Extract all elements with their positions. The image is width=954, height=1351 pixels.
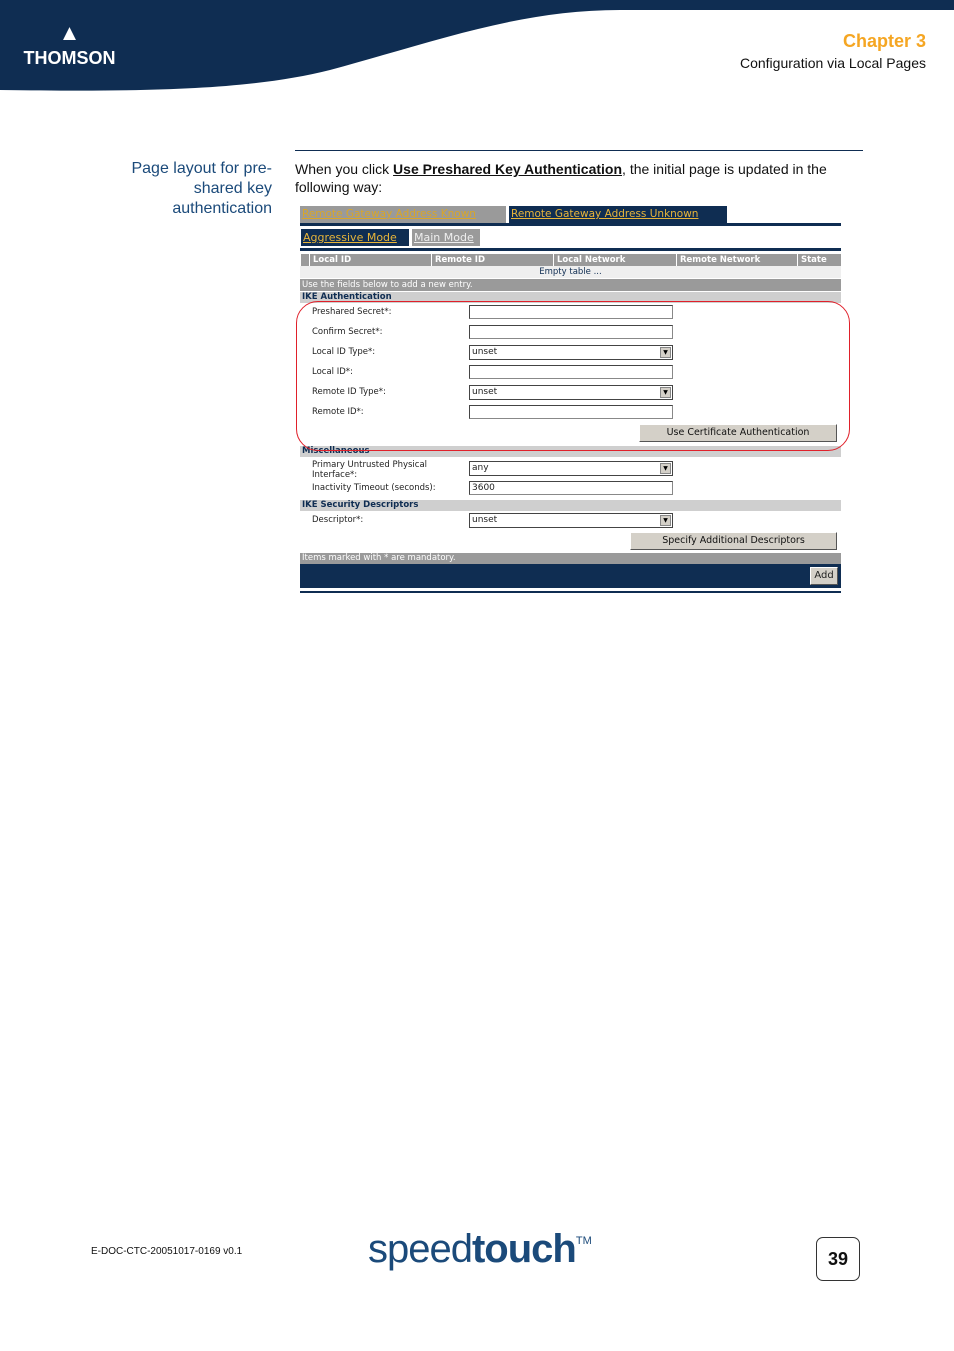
add-button[interactable]: Add bbox=[810, 567, 838, 585]
remote-id-type-label: Remote ID Type*: bbox=[312, 387, 386, 397]
descriptor-label: Descriptor*: bbox=[312, 515, 364, 525]
section-ike-security-descriptors: IKE Security Descriptors bbox=[300, 500, 841, 511]
local-id-row: Local ID*: bbox=[300, 363, 841, 383]
remote-id-type-select[interactable]: unset ▼ bbox=[469, 385, 673, 400]
remote-id-row: Remote ID*: bbox=[300, 403, 841, 423]
interface-value: any bbox=[472, 463, 489, 473]
local-id-type-label: Local ID Type*: bbox=[312, 347, 376, 357]
column-remote-network: Remote Network bbox=[676, 254, 797, 266]
chapter-title: Chapter 3 bbox=[842, 31, 926, 51]
interface-select[interactable]: any ▼ bbox=[469, 461, 673, 476]
speedtouch-logo: speedtouchTM bbox=[368, 1227, 592, 1272]
logo-text: THOMSON bbox=[23, 48, 116, 68]
column-local-network: Local Network bbox=[553, 254, 676, 266]
remote-id-label: Remote ID*: bbox=[312, 407, 364, 417]
thomson-logo: ▲ THOMSON bbox=[22, 22, 117, 69]
local-id-type-select[interactable]: unset ▼ bbox=[469, 345, 673, 360]
local-id-type-row: Local ID Type*: unset ▼ bbox=[300, 343, 841, 363]
chapter-subtitle: Configuration via Local Pages bbox=[739, 55, 926, 71]
empty-table-row: Empty table ... bbox=[300, 266, 841, 278]
chevron-down-icon[interactable]: ▼ bbox=[660, 347, 671, 358]
confirm-secret-field[interactable] bbox=[469, 325, 673, 339]
use-certificate-authentication-button[interactable]: Use Certificate Authentication bbox=[639, 424, 837, 442]
section-ike-authentication: IKE Authentication bbox=[300, 292, 841, 303]
remote-id-field[interactable] bbox=[469, 405, 673, 419]
intro-text: When you click bbox=[295, 161, 394, 177]
chevron-down-icon[interactable]: ▼ bbox=[660, 387, 671, 398]
gateway-tabs: Remote Gateway Address Known Remote Gate… bbox=[300, 205, 841, 226]
section-rule bbox=[295, 150, 863, 151]
form-footer-line bbox=[300, 591, 841, 593]
header-banner bbox=[0, 0, 954, 91]
tab-main-mode[interactable]: Main Mode bbox=[412, 229, 480, 246]
tab-remote-gateway-known[interactable]: Remote Gateway Address Known bbox=[300, 206, 506, 223]
chevron-down-icon[interactable]: ▼ bbox=[660, 515, 671, 526]
form-footer-bar: Add bbox=[300, 564, 841, 591]
intro-link: Use Preshared Key Authentication bbox=[393, 161, 623, 177]
tab-aggressive-mode[interactable]: Aggressive Mode bbox=[301, 229, 409, 246]
preshared-secret-label: Preshared Secret*: bbox=[312, 307, 392, 317]
brand-light: speed bbox=[368, 1227, 473, 1271]
local-id-field[interactable] bbox=[469, 365, 673, 379]
chevron-down-icon[interactable]: ▼ bbox=[660, 463, 671, 474]
tab-remote-gateway-unknown[interactable]: Remote Gateway Address Unknown bbox=[509, 206, 727, 223]
descriptor-row: Descriptor*: unset ▼ bbox=[300, 511, 841, 531]
descriptor-button-row: Specify Additional Descriptors bbox=[300, 531, 841, 553]
thomson-logo-icon: ▲ bbox=[58, 20, 81, 45]
interface-label: Primary Untrusted Physical Interface*: bbox=[312, 460, 428, 480]
mode-tabs: Aggressive Mode Main Mode bbox=[300, 228, 841, 251]
section-miscellaneous: Miscellaneous bbox=[300, 446, 841, 457]
add-entry-hint: Use the fields below to add a new entry. bbox=[300, 279, 841, 291]
document-id: E-DOC-CTC-20051017-0169 v0.1 bbox=[91, 1246, 243, 1257]
page-number: 39 bbox=[816, 1237, 860, 1281]
descriptor-value: unset bbox=[472, 515, 498, 525]
specify-additional-descriptors-button[interactable]: Specify Additional Descriptors bbox=[630, 532, 837, 550]
mandatory-note: Items marked with * are mandatory. bbox=[300, 553, 841, 564]
ipsec-config-screenshot: Remote Gateway Address Known Remote Gate… bbox=[300, 205, 841, 593]
brand-tm: TM bbox=[575, 1235, 592, 1247]
section-side-title: Page layout for pre-shared key authentic… bbox=[131, 160, 272, 217]
confirm-secret-label: Confirm Secret*: bbox=[312, 327, 383, 337]
remote-id-type-row: Remote ID Type*: unset ▼ bbox=[300, 383, 841, 403]
confirm-secret-row: Confirm Secret*: bbox=[300, 323, 841, 343]
interface-row: Primary Untrusted Physical Interface*: a… bbox=[300, 457, 841, 480]
timeout-label: Inactivity Timeout (seconds): bbox=[312, 483, 436, 493]
local-id-label: Local ID*: bbox=[312, 367, 353, 377]
cert-button-row: Use Certificate Authentication bbox=[300, 423, 841, 445]
descriptor-select[interactable]: unset ▼ bbox=[469, 513, 673, 528]
intro-paragraph: When you click Use Preshared Key Authent… bbox=[295, 160, 865, 196]
timeout-field[interactable]: 3600 bbox=[469, 481, 673, 495]
table-header-spacer bbox=[300, 254, 309, 266]
local-id-type-value: unset bbox=[472, 347, 498, 357]
column-state: State bbox=[797, 254, 841, 266]
timeout-row: Inactivity Timeout (seconds): 3600 bbox=[300, 479, 841, 499]
table-header: Local ID Remote ID Local Network Remote … bbox=[300, 254, 841, 266]
brand-bold: touch bbox=[471, 1227, 577, 1271]
preshared-secret-field[interactable] bbox=[469, 305, 673, 319]
column-remote-id: Remote ID bbox=[431, 254, 553, 266]
remote-id-type-value: unset bbox=[472, 387, 498, 397]
column-local-id: Local ID bbox=[309, 254, 431, 266]
preshared-secret-row: Preshared Secret*: bbox=[300, 303, 841, 323]
